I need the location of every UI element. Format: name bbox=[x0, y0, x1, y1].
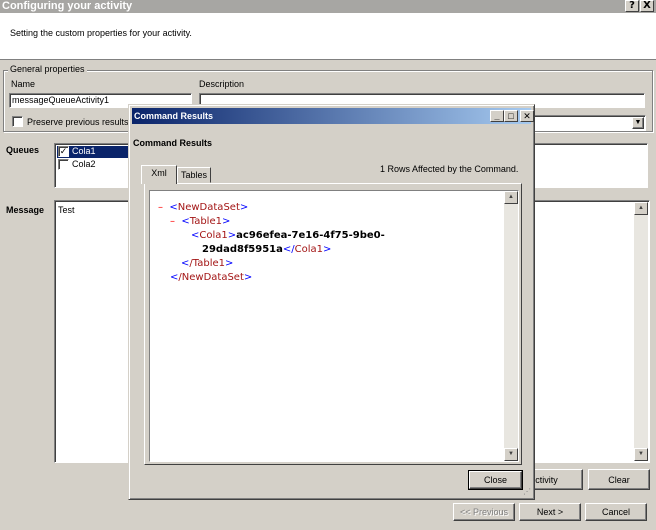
xml-line: – <Table1> bbox=[170, 216, 231, 227]
collapse-icon[interactable]: – bbox=[170, 216, 175, 227]
dialog-heading: Command Results bbox=[133, 138, 213, 148]
scroll-down-icon[interactable]: ▼ bbox=[634, 448, 648, 461]
command-results-dialog: Command Results _ □ ✕ Command Results 1 … bbox=[128, 104, 535, 500]
scroll-down-icon[interactable]: ▼ bbox=[504, 448, 518, 461]
name-input-value: messageQueueActivity1 bbox=[12, 95, 110, 105]
list-item[interactable]: Cola2 bbox=[57, 159, 128, 171]
xml-tab-panel: – <NewDataSet> – <Table1> <Cola1>ac96efe… bbox=[144, 183, 522, 465]
collapse-icon[interactable]: – bbox=[158, 202, 163, 213]
cancel-button[interactable]: Cancel bbox=[585, 503, 647, 521]
rows-affected-text: 1 Rows Affected by the Command. bbox=[380, 164, 519, 174]
next-button[interactable]: Next > bbox=[519, 503, 581, 521]
preserve-results-checkbox[interactable] bbox=[12, 116, 23, 127]
message-value: Test bbox=[58, 205, 75, 215]
message-label: Message bbox=[6, 205, 45, 215]
minimize-icon[interactable]: _ bbox=[490, 110, 504, 122]
help-button[interactable]: ? bbox=[625, 0, 639, 12]
close-icon[interactable]: X bbox=[640, 0, 654, 12]
previous-button[interactable]: << Previous bbox=[453, 503, 515, 521]
wizard-subtitle: Setting the custom properties for your a… bbox=[10, 28, 192, 38]
xml-line: – <NewDataSet> bbox=[158, 202, 249, 213]
queues-label: Queues bbox=[6, 145, 40, 155]
description-label: Description bbox=[199, 79, 245, 89]
results-combo[interactable]: ▼ bbox=[530, 115, 646, 131]
preserve-results-label: Preserve previous results bbox=[27, 117, 129, 127]
chevron-down-icon[interactable]: ▼ bbox=[632, 117, 644, 129]
clear-button[interactable]: Clear bbox=[588, 469, 650, 490]
queue-label-cola1: Cola1 bbox=[72, 146, 96, 156]
xml-line: </Table1> bbox=[181, 258, 234, 269]
scroll-up-icon[interactable]: ▲ bbox=[504, 191, 518, 204]
maximize-icon[interactable]: □ bbox=[504, 110, 518, 122]
general-properties-legend: General properties bbox=[8, 64, 87, 74]
xml-scrollbar[interactable]: ▲ ▼ bbox=[504, 191, 518, 461]
tab-tables[interactable]: Tables bbox=[177, 167, 211, 183]
dialog-close-button[interactable]: Close bbox=[468, 470, 523, 490]
wizard-title: Configuring your activity bbox=[2, 0, 133, 12]
queue-checkbox-cola2[interactable] bbox=[58, 159, 69, 170]
dialog-title: Command Results bbox=[134, 111, 214, 121]
xml-line: <Cola1>ac96efea-7e16-4f75-9be0- bbox=[191, 230, 385, 241]
scroll-up-icon[interactable]: ▲ bbox=[634, 202, 648, 215]
xml-line: 29dad8f5951a</Cola1> bbox=[202, 244, 332, 255]
name-label: Name bbox=[11, 79, 36, 89]
message-scrollbar[interactable]: ▲ ▼ bbox=[634, 202, 648, 461]
list-item[interactable]: ✓ Cola1 bbox=[57, 146, 128, 158]
resize-grip-icon[interactable]: ⋰ bbox=[521, 488, 531, 498]
xml-viewer[interactable]: – <NewDataSet> – <Table1> <Cola1>ac96efe… bbox=[149, 190, 519, 462]
tab-xml[interactable]: Xml bbox=[141, 165, 177, 184]
wizard-title-bar: Configuring your activity bbox=[0, 0, 656, 13]
wizard-header: Setting the custom properties for your a… bbox=[0, 13, 656, 60]
dialog-title-bar[interactable]: Command Results _ □ ✕ bbox=[132, 108, 534, 124]
queue-checkbox-cola1[interactable]: ✓ bbox=[58, 146, 69, 157]
dialog-close-icon[interactable]: ✕ bbox=[520, 110, 534, 122]
xml-line: </NewDataSet> bbox=[170, 272, 253, 283]
queue-label-cola2: Cola2 bbox=[72, 159, 96, 169]
